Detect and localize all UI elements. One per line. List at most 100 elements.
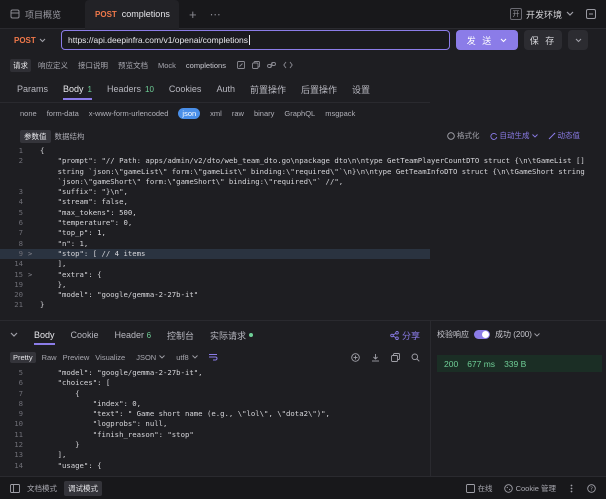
subtab-api-doc[interactable]: 接口说明 bbox=[75, 59, 111, 72]
tab-auth[interactable]: Auth bbox=[216, 84, 235, 94]
debug-mode-button[interactable]: 调试模式 bbox=[64, 480, 102, 496]
status-dot bbox=[249, 333, 254, 337]
fold-gutter bbox=[28, 290, 40, 300]
code-line: 1{ bbox=[0, 146, 430, 156]
url-input[interactable]: https://api.deepinfra.com/v1/openai/comp… bbox=[61, 30, 450, 50]
tab-headers[interactable]: Headers 10 bbox=[107, 84, 154, 94]
copy-icon[interactable] bbox=[252, 61, 260, 69]
validate-status[interactable]: 成功 (200) bbox=[495, 329, 540, 340]
tab-param-values[interactable]: 参数值 bbox=[20, 130, 51, 143]
format-raw[interactable]: Raw bbox=[42, 353, 57, 362]
edit-icon[interactable] bbox=[237, 61, 245, 69]
code-line: 6 "choices": [ bbox=[0, 378, 430, 388]
body-type-raw[interactable]: raw bbox=[232, 109, 244, 118]
body-type-xml[interactable]: xml bbox=[210, 109, 222, 118]
body-type-urlencoded[interactable]: x-www-form-urlencoded bbox=[89, 109, 169, 118]
body-type-graphql[interactable]: GraphQL bbox=[284, 109, 315, 118]
tab-console[interactable]: 控制台 bbox=[167, 329, 194, 342]
add-circle-icon[interactable] bbox=[351, 352, 360, 362]
code-text: "stop": [ // 4 items bbox=[40, 248, 150, 258]
subtab-response-def[interactable]: 响应定义 bbox=[35, 59, 71, 72]
code-line: 4 "stream": false, bbox=[0, 197, 430, 207]
wrap-icon[interactable] bbox=[208, 353, 218, 361]
tab-badge: 10 bbox=[145, 84, 154, 94]
subtab-request[interactable]: 请求 bbox=[10, 58, 31, 72]
environment-select[interactable]: 开 开发环境 bbox=[509, 8, 574, 21]
validate-toggle[interactable] bbox=[474, 330, 490, 339]
tab-settings[interactable]: 设置 bbox=[352, 83, 370, 96]
autogen-button[interactable]: 自动生成 bbox=[489, 130, 538, 141]
code-text: } bbox=[40, 440, 80, 450]
share-button[interactable]: 分享 bbox=[390, 329, 420, 342]
request-body-editor[interactable]: 1{2 "prompt": "// Path: apps/admin/v2/dt… bbox=[0, 146, 585, 316]
method-select[interactable]: POST bbox=[10, 30, 55, 50]
code-text: `json:\"gameShort\" form:\"gameShort\" b… bbox=[40, 176, 344, 186]
encoding-select[interactable]: utf8 bbox=[176, 353, 198, 362]
help-icon[interactable]: ? bbox=[587, 483, 596, 493]
body-type-none[interactable]: none bbox=[20, 109, 37, 118]
tab-response-header[interactable]: Header 6 bbox=[115, 330, 152, 340]
link-icon[interactable] bbox=[267, 61, 276, 69]
env-settings-icon[interactable] bbox=[586, 9, 596, 19]
sidebar-toggle-icon[interactable] bbox=[10, 483, 20, 493]
body-type-json[interactable]: json bbox=[178, 108, 201, 119]
send-button[interactable]: 发 送 bbox=[456, 30, 518, 50]
tab-data-structure[interactable]: 数据结构 bbox=[51, 130, 89, 143]
tab-cookies[interactable]: Cookies bbox=[169, 84, 202, 94]
fold-gutter bbox=[28, 259, 40, 269]
code-line: 11 "finish_reason": "stop" bbox=[0, 430, 430, 440]
interface-name[interactable]: completions bbox=[183, 60, 229, 71]
tab-badge: 1 bbox=[87, 84, 92, 94]
format-preview[interactable]: Preview bbox=[63, 353, 90, 362]
line-number: 2 bbox=[18, 156, 23, 166]
code-text: "n": 1, bbox=[40, 238, 89, 248]
fold-arrow-icon[interactable]: > bbox=[28, 249, 40, 259]
tab-completions[interactable]: POST completions bbox=[85, 0, 180, 29]
autogen-label: 自动生成 bbox=[499, 131, 530, 140]
tab-project-overview[interactable]: 项目概览 bbox=[0, 0, 71, 29]
copy-icon[interactable] bbox=[391, 352, 400, 362]
doc-mode-button[interactable]: 文档模式 bbox=[27, 483, 57, 494]
download-icon[interactable] bbox=[371, 353, 380, 362]
tab-post-script[interactable]: 后置操作 bbox=[301, 83, 337, 96]
format-visualize[interactable]: Visualize bbox=[95, 353, 125, 362]
subtab-preview-doc[interactable]: 预览文档 bbox=[115, 59, 151, 72]
code-line: 5 "model": "google/gemma-2-27b-it", bbox=[0, 368, 430, 378]
dynamic-value-button[interactable]: 动态值 bbox=[548, 130, 580, 141]
fold-arrow-icon[interactable]: > bbox=[28, 270, 40, 280]
more-options-button[interactable] bbox=[568, 30, 588, 50]
chevron-down-icon bbox=[534, 332, 540, 337]
online-status[interactable]: 在线 bbox=[465, 483, 493, 494]
response-time: 677 ms bbox=[467, 358, 496, 369]
more-icon[interactable] bbox=[567, 484, 576, 493]
tab-label: 后置操作 bbox=[300, 84, 337, 95]
code-text: { bbox=[40, 146, 45, 155]
tab-badge: 6 bbox=[146, 331, 152, 340]
body-type-binary[interactable]: binary bbox=[254, 109, 274, 118]
response-body-viewer[interactable]: 5 "model": "google/gemma-2-27b-it", 6 "ch… bbox=[0, 368, 430, 472]
tab-pre-script[interactable]: 前置操作 bbox=[250, 83, 286, 96]
search-icon[interactable] bbox=[411, 353, 420, 362]
add-tab-icon[interactable]: + bbox=[189, 7, 197, 22]
more-tabs-icon[interactable]: ⋯ bbox=[210, 8, 221, 21]
code-icon[interactable] bbox=[283, 61, 293, 69]
cookie-manager-button[interactable]: Cookie 管理 bbox=[503, 483, 556, 494]
chevron-down-icon bbox=[159, 355, 166, 359]
url-value: https://api.deepinfra.com/v1/openai/comp… bbox=[68, 35, 249, 45]
body-type-msgpack[interactable]: msgpack bbox=[325, 109, 355, 118]
tab-response-body[interactable]: Body bbox=[34, 330, 55, 345]
body-type-form-data[interactable]: form-data bbox=[47, 109, 79, 118]
tab-actual-request[interactable]: 实际请求 bbox=[210, 329, 254, 342]
code-line: 20 "model": "google/gemma-2-27b-it" bbox=[0, 290, 430, 300]
code-line: 3 "suffix": "}\n", bbox=[0, 187, 430, 197]
collapse-icon[interactable] bbox=[10, 332, 18, 338]
format-pretty[interactable]: Pretty bbox=[10, 351, 36, 363]
tab-params[interactable]: Params bbox=[17, 84, 48, 94]
save-button[interactable]: 保 存 bbox=[524, 30, 562, 50]
format-select[interactable]: JSON bbox=[136, 353, 166, 362]
tab-label: Auth bbox=[216, 84, 235, 94]
subtab-mock[interactable]: Mock bbox=[155, 60, 179, 71]
tab-response-cookie[interactable]: Cookie bbox=[71, 330, 99, 340]
format-button[interactable]: 格式化 bbox=[447, 130, 480, 141]
tab-body[interactable]: Body 1 bbox=[63, 84, 92, 100]
